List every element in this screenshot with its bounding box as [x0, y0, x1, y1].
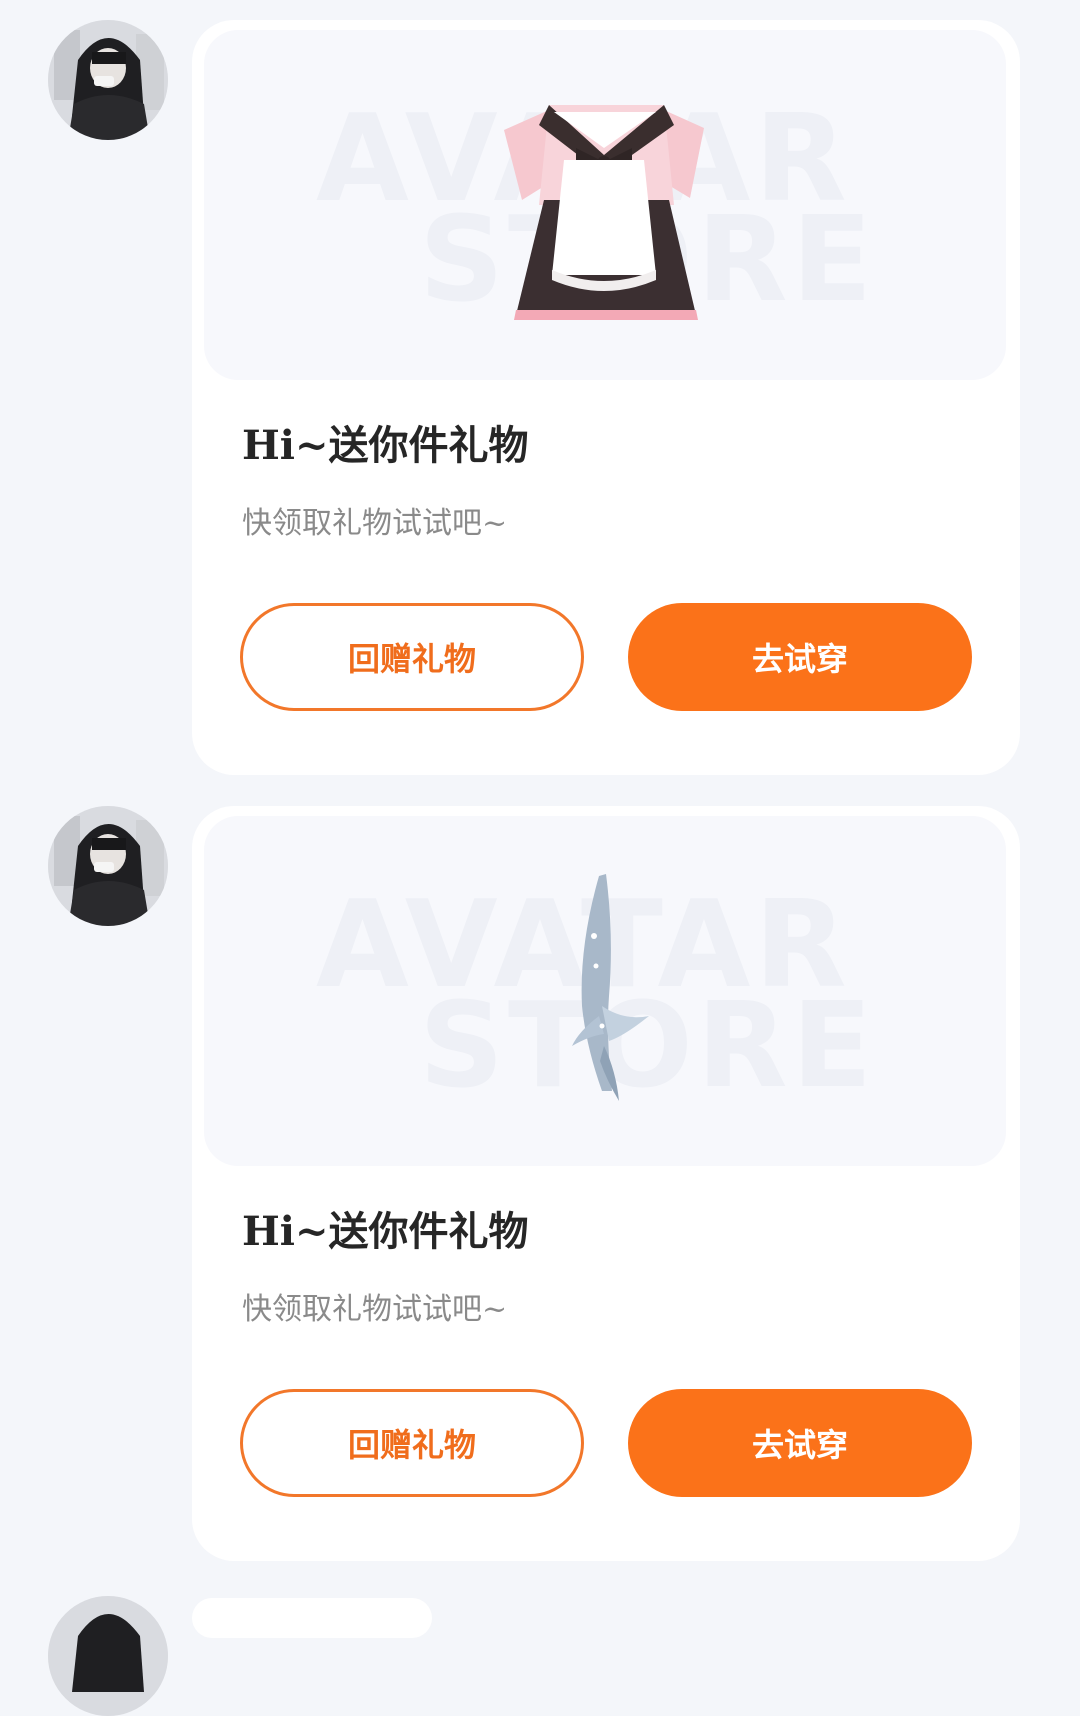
gift-preview[interactable]: AVATAR STORE — [204, 30, 1006, 380]
sender-avatar[interactable] — [48, 1596, 168, 1716]
fish-tail-icon — [572, 874, 649, 1101]
gift-subtitle: 快领取礼物试试吧~ — [242, 1292, 508, 1327]
gift-card: AVATAR STORE Hi~送你件礼物 快领取礼物试试吧~ 回赠礼物 去试穿 — [192, 806, 1020, 1561]
maid-dress-icon — [504, 105, 704, 320]
gift-preview[interactable]: AVATAR STORE — [204, 816, 1006, 1166]
return-gift-button[interactable]: 回赠礼物 — [240, 603, 584, 711]
return-gift-button[interactable]: 回赠礼物 — [240, 1389, 584, 1497]
user-avatar-icon — [48, 20, 168, 140]
gift-card — [192, 1598, 432, 1638]
sender-avatar[interactable] — [48, 20, 168, 140]
gift-title: Hi~送你件礼物 — [242, 422, 529, 469]
gift-card: AVATAR STORE — [192, 20, 1020, 775]
user-avatar-icon — [48, 806, 168, 926]
gift-subtitle: 快领取礼物试试吧~ — [242, 506, 508, 541]
try-on-button[interactable]: 去试穿 — [628, 1389, 972, 1497]
sender-avatar[interactable] — [48, 806, 168, 926]
try-on-button[interactable]: 去试穿 — [628, 603, 972, 711]
user-avatar-icon — [48, 1596, 168, 1716]
gift-title: Hi~送你件礼物 — [242, 1208, 529, 1255]
